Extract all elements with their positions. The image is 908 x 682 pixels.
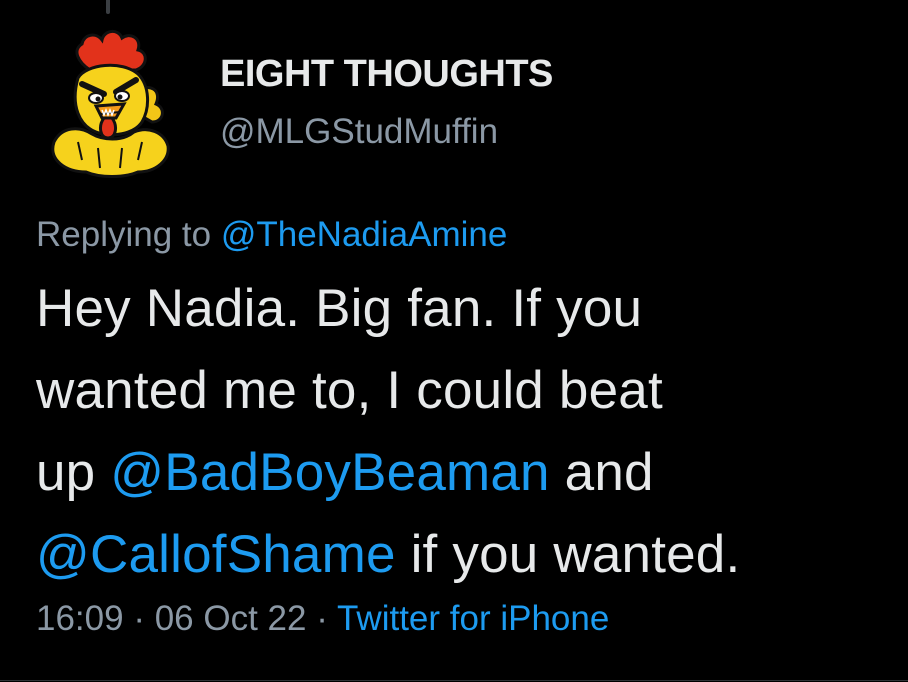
- author-handle[interactable]: @MLGStudMuffin: [220, 110, 553, 154]
- thread-connector-line: [106, 0, 110, 14]
- tweet-text-line: wanted me to, I could beat: [36, 361, 663, 420]
- meta-separator: ·: [133, 599, 145, 638]
- reply-to-mention-link[interactable]: @TheNadiaAmine: [221, 215, 508, 254]
- tweet-source-link[interactable]: Twitter for iPhone: [337, 599, 609, 638]
- author-display-name[interactable]: EIGHT THOUGHTS: [220, 52, 553, 96]
- mention-link-callofshame[interactable]: @CallofShame: [36, 525, 396, 584]
- tweet-text-fragment: up: [36, 443, 111, 502]
- mention-link-badboybeaman[interactable]: @BadBoyBeaman: [110, 443, 549, 502]
- tweet-text-line: up @BadBoyBeaman and: [36, 432, 886, 514]
- avatar[interactable]: [38, 22, 178, 182]
- angry-rooster-avatar-icon: [51, 30, 170, 178]
- meta-separator: ·: [316, 599, 328, 638]
- tweet-text-line: Hey Nadia. Big fan. If you: [36, 279, 643, 338]
- tweet-author-header: EIGHT THOUGHTS @MLGStudMuffin: [220, 52, 553, 154]
- tweet-text-fragment: if you wanted.: [395, 525, 741, 584]
- replying-to-label: Replying to: [36, 215, 212, 254]
- replying-to-line: Replying to @TheNadiaAmine: [36, 212, 507, 258]
- tweet-text-fragment: and: [549, 443, 654, 502]
- tweet-body-text: Hey Nadia. Big fan. If you wanted me to,…: [36, 268, 886, 596]
- tweet-date[interactable]: 06 Oct 22: [155, 599, 307, 638]
- tweet-time[interactable]: 16:09: [36, 599, 124, 638]
- tweet-text-line: @CallofShame if you wanted.: [36, 514, 886, 596]
- tweet-metadata: 16:09 · 06 Oct 22 · Twitter for iPhone: [36, 596, 609, 642]
- bottom-divider: [0, 680, 908, 681]
